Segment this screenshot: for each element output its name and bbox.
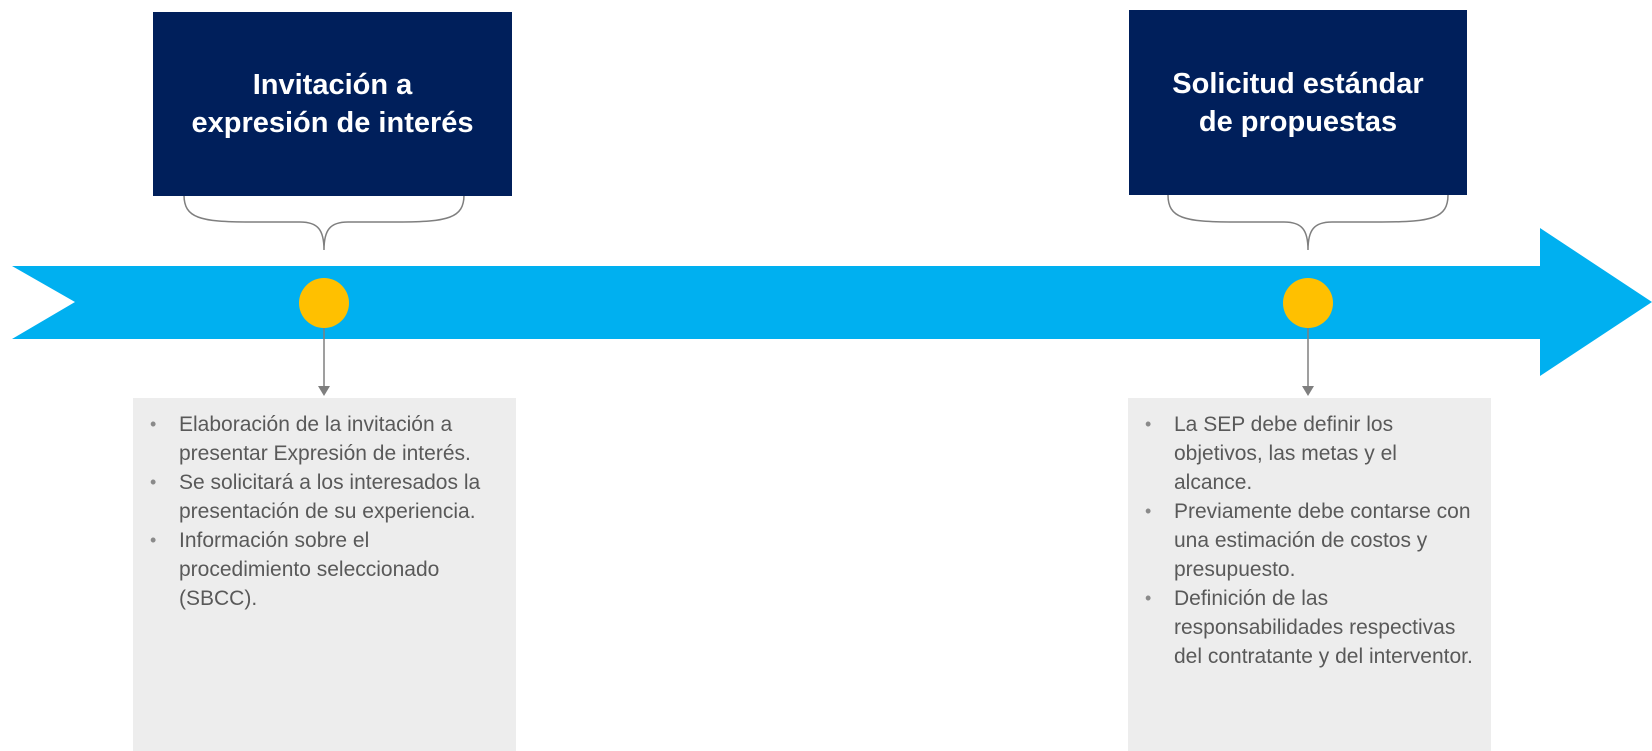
list-item: • Se solicitará a los interesados la pres… xyxy=(150,471,481,523)
brace-1 xyxy=(183,194,465,251)
milestone-title-2: Solicitud estándar de propuestas xyxy=(1172,67,1424,138)
brace-2 xyxy=(1167,194,1449,251)
milestone-bullet-list-1: • Elaboración de la invitación a presenta… xyxy=(147,410,502,613)
milestone-title-1: Invitación a expresión de interés xyxy=(191,69,474,139)
milestone-marker-2 xyxy=(1283,278,1333,328)
list-item: • Definición de las responsabilidades res… xyxy=(1145,587,1473,668)
milestone-detail-box-1: • Elaboración de la invitación a presenta… xyxy=(133,398,516,751)
list-item: • Previamente debe contarse con una estim… xyxy=(1145,500,1471,581)
list-item: • Elaboración de la invitación a presenta… xyxy=(150,413,471,465)
list-item: • La SEP debe definir los objetivos, las … xyxy=(1145,413,1397,494)
connector-arrowhead-2 xyxy=(1302,386,1314,396)
milestone-detail-box-2: • La SEP debe definir los objetivos, las … xyxy=(1128,398,1491,751)
timeline-arrow xyxy=(12,228,1652,376)
list-item: • Información sobre el procedimiento sele… xyxy=(150,529,440,610)
milestone-marker-1 xyxy=(299,278,349,328)
milestone-bullet-list-2: • La SEP debe definir los objetivos, las … xyxy=(1142,410,1477,671)
milestone-title-box-1: Invitación a expresión de interés xyxy=(153,12,512,196)
connector-arrowhead-1 xyxy=(318,386,330,396)
milestone-title-box-2: Solicitud estándar de propuestas xyxy=(1129,10,1467,195)
